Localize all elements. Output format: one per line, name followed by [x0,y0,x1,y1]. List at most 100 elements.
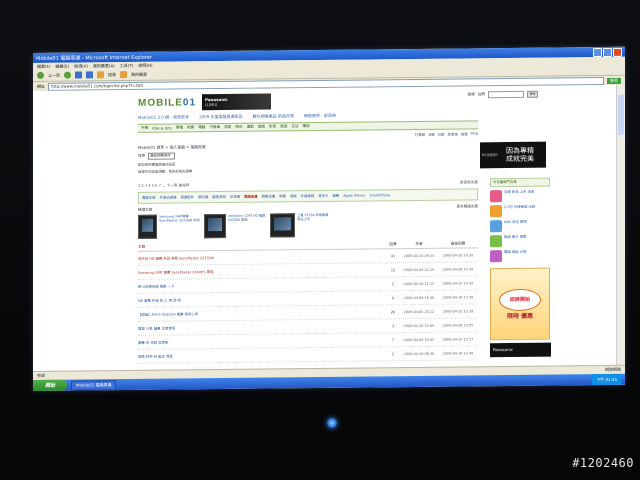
favorites-icon[interactable] [120,71,127,79]
web-page: MOBILE01 Panasonic LUMIX 登錄 註冊 搜尋 Mobile… [33,84,617,372]
category-tab[interactable]: 遊戲 [290,194,297,198]
subnav-item[interactable]: 活動 [428,132,435,138]
register-link[interactable]: 註冊 [478,92,485,97]
scroll-thumb[interactable] [618,94,624,135]
category-tab[interactable]: 電腦周邊 [244,195,258,199]
site-search-button[interactable]: 搜尋 [527,90,538,98]
hot-topic-item[interactable]: NAS 設定 教學 [490,220,550,233]
stop-icon[interactable] [75,71,82,79]
header-banner-ad[interactable]: Panasonic LUMIX [202,93,272,111]
topic-title[interactable]: 購買 三星 螢幕 注意事項 [138,323,386,331]
promo-link[interactable]: 網路應用 - 部落格 [304,113,336,119]
topic-title[interactable]: 推薦 好用 的 藍牙 滑鼠 [138,351,386,359]
topic-title[interactable]: 新USB隨身碟 推薦 一下 [138,281,386,289]
topic-title[interactable]: NB 螢幕 外接 有 人 用 過 嗎 [138,295,386,302]
menu-tools[interactable]: 工具(T) [120,62,134,68]
sidebar-ad[interactable]: 即將開始 限時 優惠 [490,267,550,341]
category-tab[interactable]: 顯示器 [198,195,208,199]
back-icon[interactable] [37,71,44,79]
menu-file[interactable]: 檔案(F) [37,63,50,69]
hot-topic-item[interactable]: 手機 新品 上市 消息 [490,190,550,203]
menu-edit[interactable]: 編輯(E) [55,63,69,69]
category-tab[interactable]: 螢幕 [332,194,339,198]
search-button-label[interactable]: 搜尋 [108,72,116,78]
minimize-button[interactable] [593,47,602,57]
close-button[interactable] [613,47,622,57]
promo-links: Mobile01 2.0 網 - 我家新家 2009 年度電腦周邊新品 數位相機… [138,111,478,121]
topic-title[interactable]: 【開箱】ASUS VH222H 螢幕 使用心得 [138,309,386,317]
promo-link[interactable]: 數位相機產品 新品評測 [253,113,294,119]
vertical-scrollbar[interactable] [616,84,625,366]
site-search-input[interactable] [488,90,524,99]
menu-help[interactable]: 說明(H) [138,62,152,68]
pioneer-ad[interactable]: PIONEER 因為專精 成就完美 [480,141,546,169]
taskbar-item[interactable]: Mobile01 電腦周邊 [71,379,117,391]
featured-item[interactable]: ViewSonic 22吋 HD 螢幕 VX2260 開箱 [204,214,266,239]
featured-item[interactable]: 三星 P2350 液晶螢幕 新品上市 [270,213,332,238]
maximize-button[interactable] [603,47,612,57]
topic-title[interactable]: 四月份 HD 螢幕 新品 推薦 SyncMaster 2233SW [138,253,386,261]
nav-item[interactable]: 筆電 [176,125,183,130]
nav-item[interactable]: 遊戲 [258,125,265,130]
nav-item[interactable]: 電腦 [198,125,205,130]
nav-item[interactable]: 手機 [141,126,148,131]
site-logo[interactable]: MOBILE01 [138,97,196,109]
home-icon[interactable] [97,71,104,79]
nav-item[interactable]: 運動 [247,125,254,130]
subnav-item[interactable]: 相簿 [461,131,468,137]
category-tab[interactable]: 週邊配件 [181,195,195,199]
menu-view[interactable]: 檢視(V) [74,63,88,69]
subnav-item[interactable]: 部落格 [448,132,458,138]
back-button-label[interactable]: 上一頁 [48,72,60,78]
category-tab[interactable]: 軟體 [279,194,286,198]
image-watermark: #1202460 [572,456,634,470]
promo-link[interactable]: Mobile01 2.0 網 - 我家新家 [138,114,189,121]
featured-more-link[interactable]: 更多精選文章 [456,204,478,209]
nav-item[interactable]: PDA & GPS [152,126,172,130]
pager: 1 2 3 4 5 6 7 ... 下一頁 最後頁 發表新文章 [138,180,478,189]
hot-topic-item[interactable]: 電腦 組裝 分享 [490,250,550,263]
panasonic-ad[interactable]: Panasonic [490,342,551,358]
favorites-button-label[interactable]: 我的最愛 [131,71,147,77]
nav-item[interactable]: 旅遊 [280,124,287,129]
topic-title[interactable]: Samsung 24吋 螢幕 SyncMaster 2494HS 開箱 [138,267,386,275]
table-row[interactable]: 推薦 好用 的 藍牙 滑鼠 2 2009-04-10 08:30 2009-04-10… [138,346,478,364]
category-tab[interactable]: 網路設備 [262,194,276,198]
hot-topic-item[interactable]: 無線 網卡 推薦 [490,235,550,248]
nav-item[interactable]: 汽機車 [209,125,220,130]
page-links[interactable]: 1 2 3 4 5 6 7 ... 下一頁 最後頁 [138,183,189,189]
category-tab[interactable]: 外接硬碟 [301,194,315,198]
new-post-link[interactable]: 發表新文章 [460,180,478,185]
nav-item[interactable]: 時尚 [235,125,242,130]
sort-select[interactable]: 最新回應排序 [148,152,176,160]
start-button[interactable]: 開始 [33,379,67,391]
category-tab[interactable]: Apple iPhone [343,194,365,198]
nav-item[interactable]: 相機 [187,125,194,130]
category-tab[interactable]: 外接式硬碟 [160,195,177,199]
header-row: MOBILE01 Panasonic LUMIX [138,89,478,113]
topic-replies: 41 [390,253,396,258]
nav-item[interactable]: 購物 [303,124,310,129]
menu-favorites[interactable]: 我的最愛(A) [93,63,115,69]
subnav-item[interactable]: Blog [471,131,479,137]
nav-item[interactable]: 生活 [291,124,298,129]
category-tab[interactable]: 電腦主機 [142,196,156,200]
category-tab[interactable]: 音效卡 [318,194,328,198]
featured-item[interactable]: Samsung 24吋螢幕 SyncMaster 2233SW 評測 [138,214,200,239]
refresh-icon[interactable] [86,71,93,79]
category-tab[interactable]: SmartPhone [369,193,390,197]
hot-topic-item[interactable]: 2.5吋 外接硬碟 比較 [490,205,550,218]
category-tab[interactable]: 鍵盤滑鼠 [212,195,226,199]
topic-title[interactable]: 螢幕 有 亮點 怎麼辦 [138,337,386,345]
nav-item[interactable]: 影音 [269,124,276,129]
forward-icon[interactable] [64,71,71,79]
ad-text: 限時 優惠 [506,312,534,320]
login-link[interactable]: 登錄 [468,92,475,97]
category-tab[interactable]: 印表機 [230,195,240,199]
subnav-item[interactable]: 社群 [438,132,445,138]
promo-link[interactable]: 2009 年度電腦周邊新品 [199,114,242,120]
nav-item[interactable]: 居家 [224,125,231,130]
go-button[interactable]: 移至 [607,77,621,84]
hot-topic-thumbnail [490,220,502,233]
subnav-item[interactable]: 行事曆 [415,132,425,138]
